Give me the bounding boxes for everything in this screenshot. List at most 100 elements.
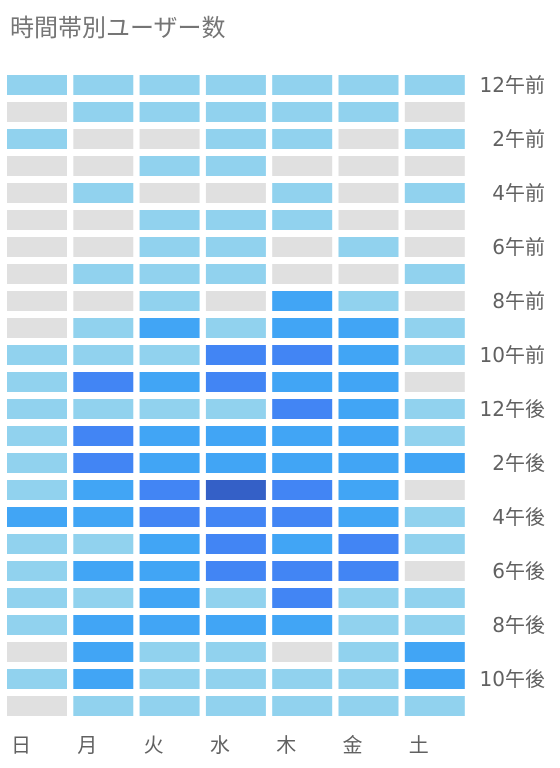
heatmap-cell-10午後-火 — [139, 669, 200, 689]
heatmap-cell-3午前-日 — [7, 156, 67, 176]
heatmap-cell-6午後-金 — [338, 561, 399, 581]
heatmap-cell-8午前-金 — [338, 291, 399, 311]
heatmap-cell-10午前-金 — [338, 345, 399, 365]
heatmap-cell-9午後-土 — [404, 642, 465, 662]
heatmap-cell-2午後-金 — [338, 453, 399, 473]
heatmap-cell-9午前-土 — [404, 318, 465, 338]
heatmap-cell-12午前-火 — [139, 75, 200, 95]
heatmap-cell-5午前-火 — [139, 210, 200, 230]
heatmap-cell-10午後-土 — [404, 669, 465, 689]
heatmap-cell-6午前-水 — [205, 237, 266, 257]
heatmap-cell-11午前-水 — [205, 372, 266, 392]
heatmap-cell-1午前-月 — [73, 102, 134, 122]
y-tick-label: 12午後 — [480, 397, 545, 421]
heatmap-cell-12午前-土 — [404, 75, 465, 95]
heatmap-cell-11午前-日 — [7, 372, 67, 392]
heatmap-cell-12午前-日 — [7, 75, 67, 95]
heatmap-cell-4午後-木 — [272, 507, 333, 527]
heatmap-cell-8午後-月 — [73, 615, 134, 635]
heatmap-cell-8午後-日 — [7, 615, 67, 635]
heatmap-cell-7午後-金 — [338, 588, 399, 608]
heatmap-cell-8午後-金 — [338, 615, 399, 635]
heatmap-cell-3午後-火 — [139, 480, 200, 500]
heatmap-cell-10午前-木 — [272, 345, 333, 365]
heatmap-cell-5午後-水 — [205, 534, 266, 554]
heatmap-cell-10午後-木 — [272, 669, 333, 689]
heatmap-cell-4午前-木 — [272, 183, 333, 203]
heatmap-cell-9午後-金 — [338, 642, 399, 662]
y-tick-label: 4午後 — [492, 505, 545, 529]
x-tick-label: 月 — [77, 733, 97, 757]
heatmap-cell-7午前-日 — [7, 264, 67, 284]
heatmap-cell-7午前-木 — [272, 264, 333, 284]
heatmap-cell-2午前-土 — [404, 129, 465, 149]
heatmap-cell-3午後-月 — [73, 480, 134, 500]
heatmap-cell-6午後-日 — [7, 561, 67, 581]
heatmap-cell-2午前-月 — [73, 129, 134, 149]
heatmap-cell-3午後-土 — [404, 480, 465, 500]
heatmap-cell-8午後-火 — [139, 615, 200, 635]
heatmap-cell-10午前-土 — [404, 345, 465, 365]
heatmap-cell-4午前-金 — [338, 183, 399, 203]
heatmap-cell-12午後-月 — [73, 399, 134, 419]
heatmap-cell-8午後-木 — [272, 615, 333, 635]
heatmap-cell-2午後-日 — [7, 453, 67, 473]
heatmap-cell-7午後-月 — [73, 588, 134, 608]
heatmap-cell-4午前-火 — [139, 183, 200, 203]
y-tick-label: 2午後 — [492, 451, 545, 475]
heatmap-cell-9午前-水 — [205, 318, 266, 338]
heatmap-cell-6午後-火 — [139, 561, 200, 581]
heatmap-cell-6午前-火 — [139, 237, 200, 257]
heatmap-cell-5午前-水 — [205, 210, 266, 230]
heatmap-chart: 12午前 2午前 4午前 6午前 8午前 10午前 12午後 2午後 4午後 6午後 8午後 10午後… — [7, 73, 545, 757]
heatmap-cell-7午前-火 — [139, 264, 200, 284]
heatmap-cell-11午前-土 — [404, 372, 465, 392]
heatmap-cell-5午後-金 — [338, 534, 399, 554]
heatmap-cell-3午後-金 — [338, 480, 399, 500]
heatmap-cell-4午後-日 — [7, 507, 67, 527]
heatmap-cell-10午前-火 — [139, 345, 200, 365]
heatmap-cell-11午前-火 — [139, 372, 200, 392]
heatmap-cell-2午前-日 — [7, 129, 67, 149]
heatmap-cell-4午後-金 — [338, 507, 399, 527]
heatmap-cell-7午前-土 — [404, 264, 465, 284]
heatmap-cell-7午前-月 — [73, 264, 134, 284]
heatmap-cell-12午前-木 — [272, 75, 333, 95]
heatmap-cell-12午後-火 — [139, 399, 200, 419]
heatmap-cell-5午後-月 — [73, 534, 134, 554]
heatmap-cell-4午前-土 — [404, 183, 465, 203]
heatmap-cell-2午後-土 — [404, 453, 465, 473]
heatmap-cell-6午後-土 — [404, 561, 465, 581]
heatmap-cell-10午後-日 — [7, 669, 67, 689]
heatmap-cell-1午前-日 — [7, 102, 67, 122]
y-tick-label: 8午前 — [492, 289, 545, 313]
heatmap-cell-2午前-水 — [205, 129, 266, 149]
heatmap-cell-1午後-水 — [205, 426, 266, 446]
heatmap-cell-2午前-金 — [338, 129, 399, 149]
heatmap-cell-4午前-日 — [7, 183, 67, 203]
heatmap-cell-12午後-水 — [205, 399, 266, 419]
y-tick-label: 10午前 — [480, 343, 545, 367]
heatmap-cell-11午後-木 — [272, 696, 333, 716]
heatmap-cell-5午前-月 — [73, 210, 134, 230]
x-tick-label: 火 — [144, 733, 164, 757]
heatmap-cell-11午前-月 — [73, 372, 134, 392]
heatmap-cell-6午前-木 — [272, 237, 333, 257]
heatmap-cell-11午後-火 — [139, 696, 200, 716]
heatmap-cell-4午後-火 — [139, 507, 200, 527]
x-tick-label: 土 — [409, 733, 429, 757]
heatmap-cell-7午後-火 — [139, 588, 200, 608]
heatmap-cell-9午前-日 — [7, 318, 67, 338]
heatmap-cell-5午後-日 — [7, 534, 67, 554]
heatmap-cell-8午前-日 — [7, 291, 67, 311]
heatmap-cell-7午前-金 — [338, 264, 399, 284]
heatmap-cell-5午前-金 — [338, 210, 399, 230]
heatmap-cell-4午後-土 — [404, 507, 465, 527]
heatmap-cell-9午後-日 — [7, 642, 67, 662]
heatmap-cell-5午前-木 — [272, 210, 333, 230]
heatmap-cell-4午後-水 — [205, 507, 266, 527]
heatmap-cell-6午後-木 — [272, 561, 333, 581]
heatmap-cell-5午後-火 — [139, 534, 200, 554]
heatmap-cell-6午後-月 — [73, 561, 134, 581]
heatmap-cell-12午前-金 — [338, 75, 399, 95]
